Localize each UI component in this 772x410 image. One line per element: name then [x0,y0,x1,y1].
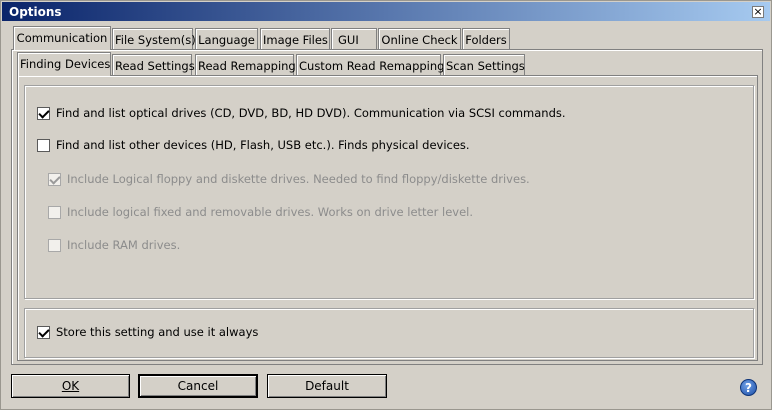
option-label: Include RAM drives. [67,238,181,252]
tab-label: Language [198,33,255,47]
tab-custom-read-remapping[interactable]: Custom Read Remapping [296,54,444,75]
tab-label: Read Remapping [198,59,296,73]
tab-online-check[interactable]: Online Check [378,28,461,49]
option-label: Store this setting and use it always [56,325,259,339]
option-label: Include Logical floppy and diskette driv… [67,172,530,186]
window-title: Options [9,5,62,19]
checkbox[interactable] [37,325,50,339]
top-tab-strip: Communication File System(s) Language Im… [1,26,772,50]
tab-language[interactable]: Language [195,28,258,49]
tab-gui[interactable]: GUI [331,28,377,49]
option-logical-fixed: Include logical fixed and removable driv… [48,204,473,220]
title-bar[interactable]: Options × [2,2,770,21]
tab-file-systems[interactable]: File System(s) [112,28,196,49]
tab-label: Finding Devices [20,57,111,71]
option-label: Find and list other devices (HD, Flash, … [56,138,470,152]
checkbox [48,238,61,252]
close-icon[interactable]: × [752,6,764,18]
tab-read-settings[interactable]: Read Settings [112,54,195,75]
checkbox [48,205,61,219]
tab-label: Folders [465,33,507,47]
checkbox[interactable] [37,138,50,152]
tab-scan-settings[interactable]: Scan Settings [443,54,525,75]
checkbox [48,172,61,186]
checkbox[interactable] [37,106,50,120]
tab-finding-devices[interactable]: Finding Devices [17,52,111,76]
option-other-devices[interactable]: Find and list other devices (HD, Flash, … [37,137,470,153]
tab-label: Custom Read Remapping [299,59,445,73]
button-label: OK [61,379,80,393]
tab-label: Communication [16,31,108,45]
tab-folders[interactable]: Folders [462,28,510,49]
tab-label: Online Check [381,33,458,47]
option-label: Find and list optical drives (CD, DVD, B… [56,106,566,120]
ok-button[interactable]: OK [11,374,130,398]
tab-image-files[interactable]: Image Files [260,28,330,49]
help-icon[interactable]: ? [740,379,757,396]
tab-label: File System(s) [115,33,196,47]
tab-communication[interactable]: Communication [13,26,111,50]
cancel-button[interactable]: Cancel [138,374,258,398]
tab-label: Image Files [263,33,328,47]
options-window: Options × Communication File System(s) L… [0,0,772,410]
button-label: Default [305,379,349,393]
tab-label: Scan Settings [446,59,525,73]
tab-read-remapping[interactable]: Read Remapping [195,54,296,75]
option-logical-floppy: Include Logical floppy and diskette driv… [48,171,530,187]
option-ram-drives: Include RAM drives. [48,237,180,253]
store-setting-option[interactable]: Store this setting and use it always [37,324,258,340]
sub-tab-strip: Finding Devices Read Settings Read Remap… [1,52,772,76]
button-label: Cancel [177,379,219,393]
tab-label: Read Settings [115,59,195,73]
default-button[interactable]: Default [267,374,387,398]
option-label: Include logical fixed and removable driv… [67,205,474,219]
tab-label: GUI [338,33,359,47]
option-optical-drives[interactable]: Find and list optical drives (CD, DVD, B… [37,105,566,121]
